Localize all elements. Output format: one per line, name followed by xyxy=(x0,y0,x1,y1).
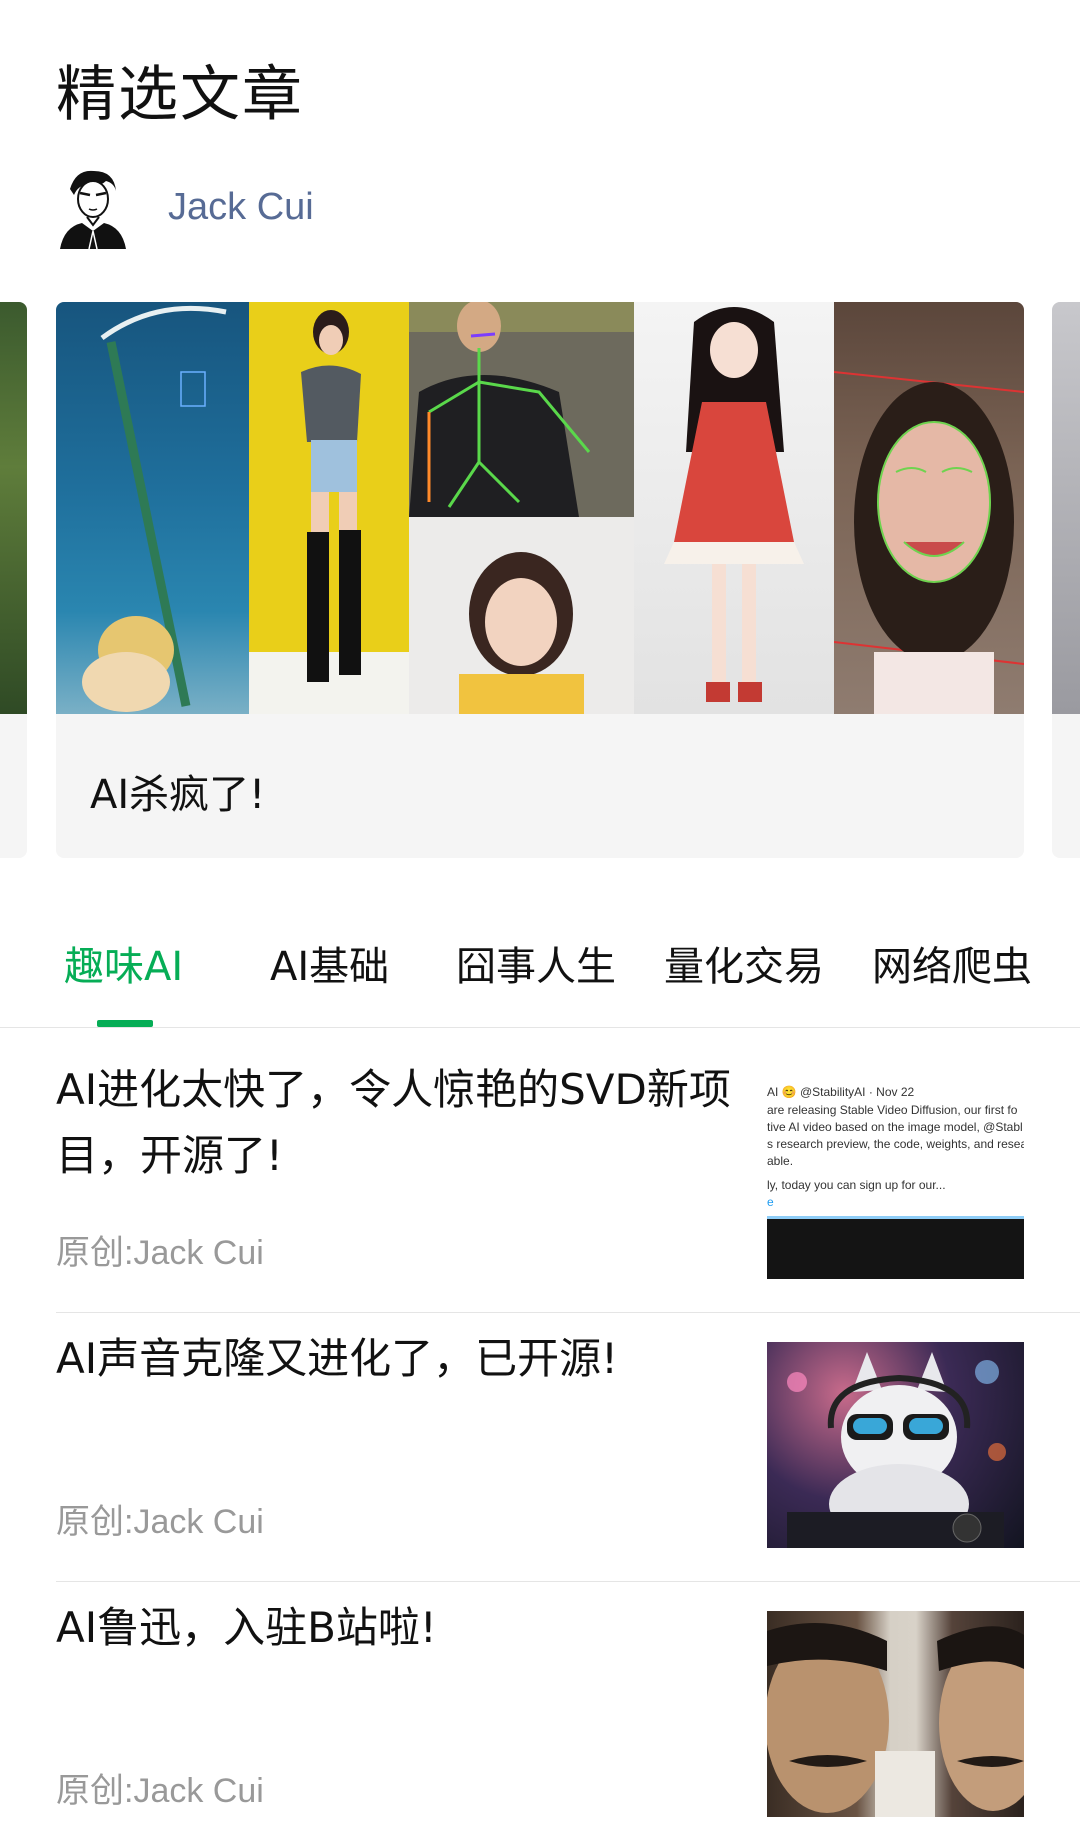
active-tab-indicator xyxy=(97,1020,153,1027)
featured-caption[interactable]: AI杀疯了! xyxy=(90,762,265,820)
article-divider xyxy=(56,1581,1080,1582)
article-meta: 原创:Jack Cui xyxy=(56,1234,264,1272)
tab-ai-basics[interactable]: AI基础 xyxy=(270,934,389,992)
featured-collage-image xyxy=(56,302,1024,714)
carousel-card-next[interactable] xyxy=(1052,302,1080,858)
collage-panel-dancer xyxy=(249,302,409,714)
page-title: 精选文章 xyxy=(56,60,304,130)
thumb-text-line: are releasing Stable Video Diffusion, ou… xyxy=(767,1103,1018,1117)
carousel-card-featured[interactable]: AI杀疯了! xyxy=(56,302,1024,858)
author-avatar-icon[interactable] xyxy=(56,165,128,250)
article-title[interactable]: AI鲁迅，入驻B站啦! xyxy=(56,1595,736,1661)
thumb-text-line: AI 😊 @StabilityAI · Nov 22 xyxy=(767,1085,915,1099)
carousel-card-prev[interactable] xyxy=(0,302,27,858)
article-meta: 原创:Jack Cui xyxy=(56,1772,264,1810)
article-title[interactable]: AI声音克隆又进化了，已开源! xyxy=(56,1326,736,1392)
tab-quant-trading[interactable]: 量化交易 xyxy=(664,934,824,992)
article-thumbnail[interactable] xyxy=(767,1342,1024,1548)
category-tabs: 趣味AI AI基础 囧事人生 量化交易 网络爬虫 xyxy=(0,930,1080,1026)
article-thumbnail[interactable] xyxy=(767,1611,1024,1817)
tabs-divider xyxy=(0,1027,1080,1028)
collage-panel-face-mesh xyxy=(834,302,1024,714)
article-thumbnail[interactable]: AI 😊 @StabilityAI · Nov 22 are releasing… xyxy=(767,1073,1024,1279)
featured-carousel[interactable]: AI杀疯了! xyxy=(0,300,1080,860)
thumb-text-line: ly, today you can sign up for our... xyxy=(767,1178,946,1192)
thumb-text-line: able. xyxy=(767,1154,794,1168)
collage-panel-anime xyxy=(634,302,834,714)
article-item[interactable]: AI鲁迅，入驻B站啦! 原创:Jack Cui xyxy=(56,1583,1080,1823)
author-name[interactable]: Jack Cui xyxy=(168,186,314,229)
tab-web-crawler[interactable]: 网络爬虫 xyxy=(872,934,1032,992)
collage-panel-game xyxy=(56,302,249,714)
article-item[interactable]: AI进化太快了，令人惊艳的SVD新项目，开源了! 原创:Jack Cui AI … xyxy=(56,1045,1080,1313)
article-meta: 原创:Jack Cui xyxy=(56,1503,264,1541)
collage-panel-pose xyxy=(409,302,634,714)
author-row[interactable]: Jack Cui xyxy=(56,165,314,250)
thumb-text-line: s research preview, the code, weights, a… xyxy=(767,1137,1024,1151)
tab-funny-life[interactable]: 囧事人生 xyxy=(456,934,616,992)
article-title[interactable]: AI进化太快了，令人惊艳的SVD新项目，开源了! xyxy=(56,1057,736,1189)
thumb-text-line: e xyxy=(767,1195,774,1209)
tab-fun-ai[interactable]: 趣味AI xyxy=(64,934,183,992)
thumb-text-line: tive AI video based on the image model, … xyxy=(767,1120,1023,1134)
article-divider xyxy=(56,1312,1080,1313)
article-item[interactable]: AI声音克隆又进化了，已开源! 原创:Jack Cui xyxy=(56,1314,1080,1582)
